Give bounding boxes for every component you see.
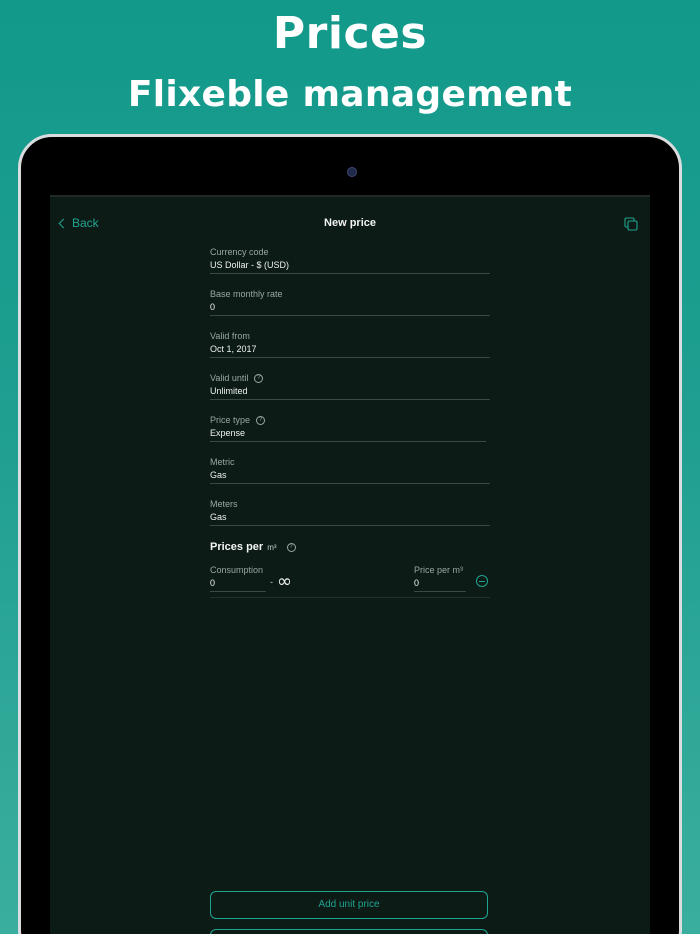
valid-from-field[interactable]: Valid from Oct 1, 2017 xyxy=(210,327,490,369)
prices-title: Prices per xyxy=(210,541,264,553)
help-icon[interactable]: ? xyxy=(254,373,264,383)
promo-title: Prices xyxy=(272,8,428,59)
camera-icon xyxy=(347,167,357,177)
add-unit-price-button[interactable]: Add unit price xyxy=(210,891,488,919)
prices-unit: m³ xyxy=(267,543,277,552)
field-label: Valid until ? xyxy=(210,373,264,383)
field-label: Base monthly rate xyxy=(210,289,283,299)
consumption-label: Consumption xyxy=(210,565,264,575)
range-separator: - xyxy=(270,577,273,587)
valid-until-value: Unlimited xyxy=(210,386,248,396)
field-underline xyxy=(210,315,490,316)
price-type-field[interactable]: Price type ? Expense xyxy=(210,411,490,453)
price-type-value: Expense xyxy=(210,428,246,438)
currency-code-label: Currency code xyxy=(210,247,269,257)
meters-value: Gas xyxy=(210,512,227,522)
base-monthly-rate-label: Base monthly rate xyxy=(210,289,283,299)
field-label: Valid from xyxy=(210,331,250,341)
price-tier-row: Consumption 0 - ∞ Price per m³ 0 xyxy=(210,565,490,605)
price-per-unit-input[interactable]: 0 xyxy=(414,578,419,588)
field-underline xyxy=(210,273,490,274)
page-title: New price xyxy=(324,217,376,229)
field-underline xyxy=(210,483,490,484)
base-monthly-rate-field[interactable]: Base monthly rate 0 xyxy=(210,285,490,327)
valid-from-value: Oct 1, 2017 xyxy=(210,344,257,354)
remove-tier-icon[interactable] xyxy=(476,575,488,587)
price-type-label: Price type xyxy=(210,415,251,425)
valid-until-field[interactable]: Valid until ? Unlimited xyxy=(210,369,490,411)
base-monthly-rate-value: 0 xyxy=(210,302,216,312)
help-icon[interactable]: ? xyxy=(256,415,266,425)
promo-subtitle: Flixeble management xyxy=(127,74,573,115)
currency-code-value: US Dollar - $ (USD) xyxy=(210,260,290,270)
field-underline xyxy=(210,357,490,358)
currency-code-field[interactable]: Currency code US Dollar - $ (USD) xyxy=(210,243,490,285)
field-underline xyxy=(210,525,490,526)
secondary-button[interactable] xyxy=(210,929,488,934)
field-label: Metric xyxy=(210,457,235,467)
tier-divider xyxy=(210,597,490,598)
meters-label: Meters xyxy=(210,499,238,509)
metric-field[interactable]: Metric Gas xyxy=(210,453,490,495)
meters-field[interactable]: Meters Gas xyxy=(210,495,490,537)
field-underline xyxy=(210,399,490,400)
price-per-unit-label: Price per m³ xyxy=(414,565,464,575)
field-label: Currency code xyxy=(210,247,269,257)
field-label: Price type ? xyxy=(210,415,266,425)
field-underline xyxy=(210,441,486,442)
metric-value: Gas xyxy=(210,470,227,480)
price-form: Currency code US Dollar - $ (USD) Base m… xyxy=(210,243,490,598)
infinity-icon: ∞ xyxy=(277,571,292,592)
app-screen: Back New price Currency code US Dollar -… xyxy=(50,195,650,934)
consumption-from-input[interactable]: 0 xyxy=(210,578,215,588)
price-underline xyxy=(414,591,466,592)
prices-section-header: Prices per m³ ? xyxy=(210,541,296,553)
consumption-underline xyxy=(210,591,266,592)
help-icon[interactable]: ? xyxy=(286,542,296,552)
valid-from-label: Valid from xyxy=(210,331,250,341)
field-label: Meters xyxy=(210,499,238,509)
copy-icon[interactable] xyxy=(624,217,638,231)
valid-until-label: Valid until xyxy=(210,373,249,383)
metric-label: Metric xyxy=(210,457,235,467)
